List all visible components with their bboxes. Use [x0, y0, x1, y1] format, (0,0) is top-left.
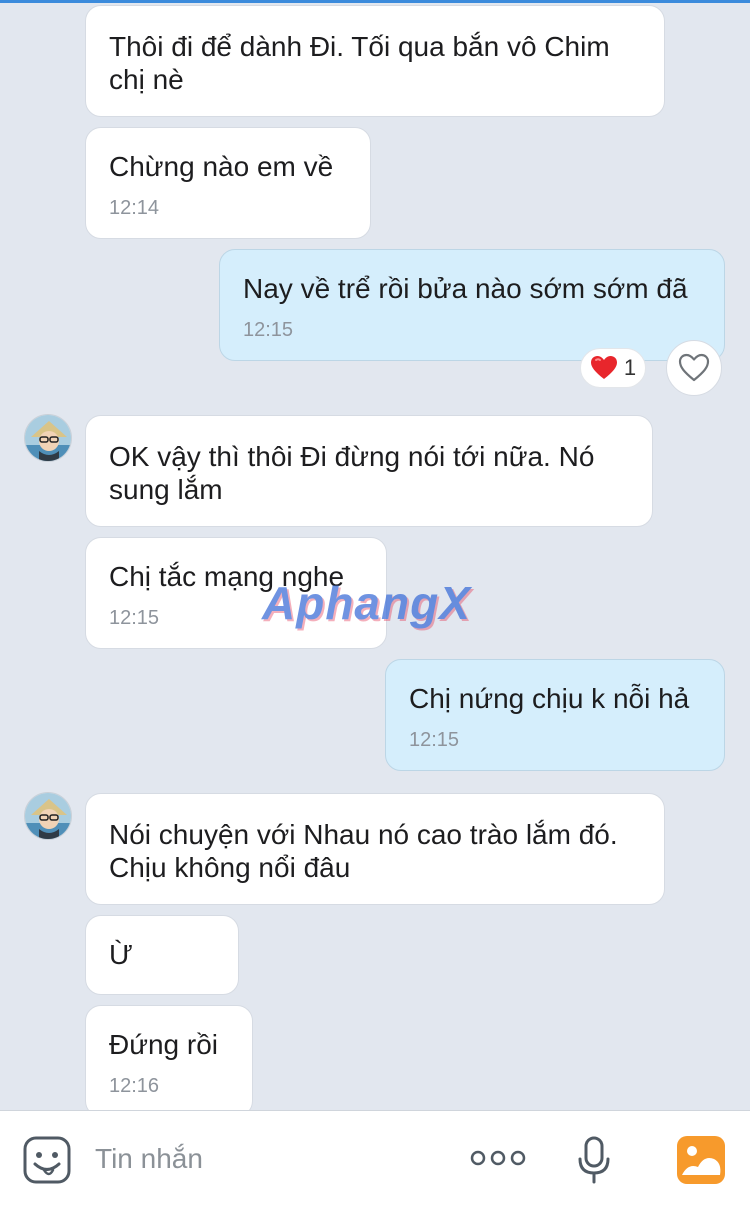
message-text: Chừng nào em về — [109, 151, 334, 182]
image-button[interactable] — [676, 1135, 726, 1190]
avatar-photo — [25, 415, 71, 461]
message-bubble-outgoing[interactable]: Nay về trể rồi bửa nào sớm sớm đã 12:15 — [219, 249, 725, 361]
reaction-count: 1 — [623, 355, 637, 380]
message-bubble-outgoing[interactable]: Chị nứng chịu k nỗi hả 12:15 — [385, 659, 725, 771]
message-text: Thôi đi để dành Đi. Tối qua bắn vô Chim … — [109, 31, 610, 95]
avatar[interactable] — [24, 792, 72, 840]
message-bubble-incoming[interactable]: Chừng nào em về 12:14 — [85, 127, 371, 239]
top-accent-line — [0, 0, 750, 3]
message-text: Nay về trể rồi bửa nào sớm sớm đã — [243, 273, 688, 304]
emoji-button[interactable] — [22, 1135, 72, 1190]
more-icon — [470, 1150, 526, 1166]
reaction-badge[interactable]: 1 — [580, 348, 646, 388]
emoji-icon — [23, 1136, 71, 1184]
message-text: Chị nứng chịu k nỗi hả — [409, 683, 690, 714]
avatar[interactable] — [24, 414, 72, 462]
message-bubble-incoming[interactable]: Nói chuyện với Nhau nó cao trào lắm đó. … — [85, 793, 665, 905]
message-time: 12:14 — [109, 197, 160, 219]
message-text: Đứng rồi — [109, 1029, 219, 1060]
image-icon — [677, 1136, 725, 1184]
voice-button[interactable] — [576, 1135, 612, 1190]
message-bubble-incoming[interactable]: Ừ — [85, 915, 239, 995]
message-time: 12:15 — [409, 729, 460, 751]
message-bubble-incoming[interactable]: Đứng rồi 12:16 — [85, 1005, 253, 1117]
message-input[interactable]: Tin nhắn — [95, 1143, 203, 1175]
message-text: OK vậy thì thôi Đi đừng nói tới nữa. Nó … — [109, 441, 595, 505]
message-text: Nói chuyện với Nhau nó cao trào lắm đó. … — [109, 819, 618, 883]
watermark-logo: AphangX — [262, 577, 471, 629]
heart-icon — [590, 356, 617, 379]
microphone-icon — [578, 1136, 610, 1184]
like-button[interactable] — [666, 340, 722, 396]
more-options-button[interactable] — [470, 1149, 526, 1172]
message-input-bar: Tin nhắn — [0, 1110, 750, 1207]
message-bubble-incoming[interactable]: Thôi đi để dành Đi. Tối qua bắn vô Chim … — [85, 5, 665, 117]
message-text: Ừ — [109, 939, 133, 970]
message-time: 12:16 — [109, 1075, 160, 1097]
message-time: 12:15 — [243, 319, 294, 341]
avatar-photo — [25, 793, 71, 839]
heart-outline-icon — [678, 353, 710, 382]
message-bubble-incoming[interactable]: OK vậy thì thôi Đi đừng nói tới nữa. Nó … — [85, 415, 653, 527]
